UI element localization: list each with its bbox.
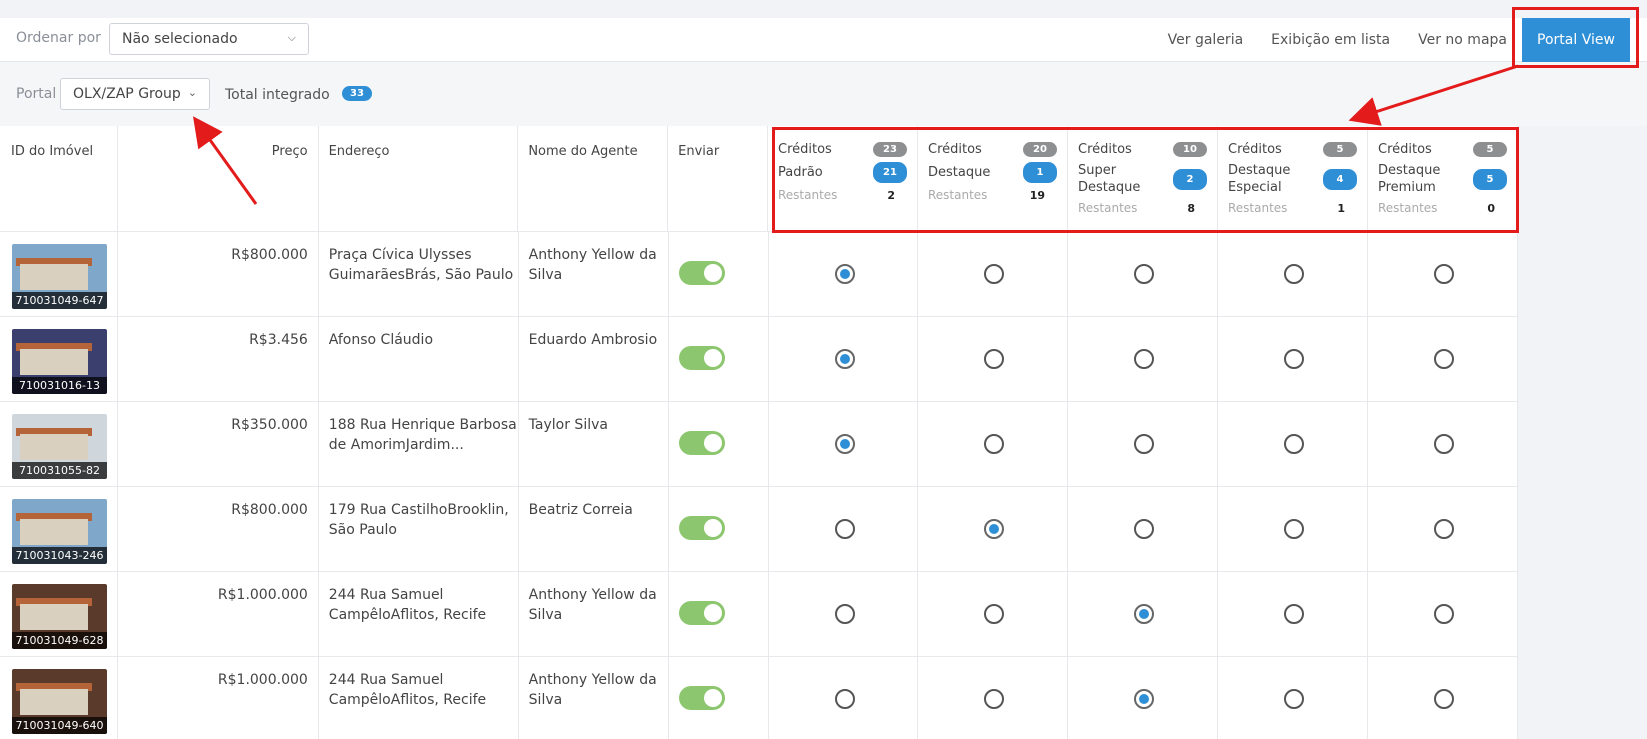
annotation-arrows <box>193 64 1519 205</box>
annotation-arrow-to-portal-select <box>193 116 258 205</box>
annotation-arrow-to-credits <box>1348 64 1519 126</box>
page: { "toolbar": { "sort_label": "Ordenar po… <box>0 0 1647 739</box>
